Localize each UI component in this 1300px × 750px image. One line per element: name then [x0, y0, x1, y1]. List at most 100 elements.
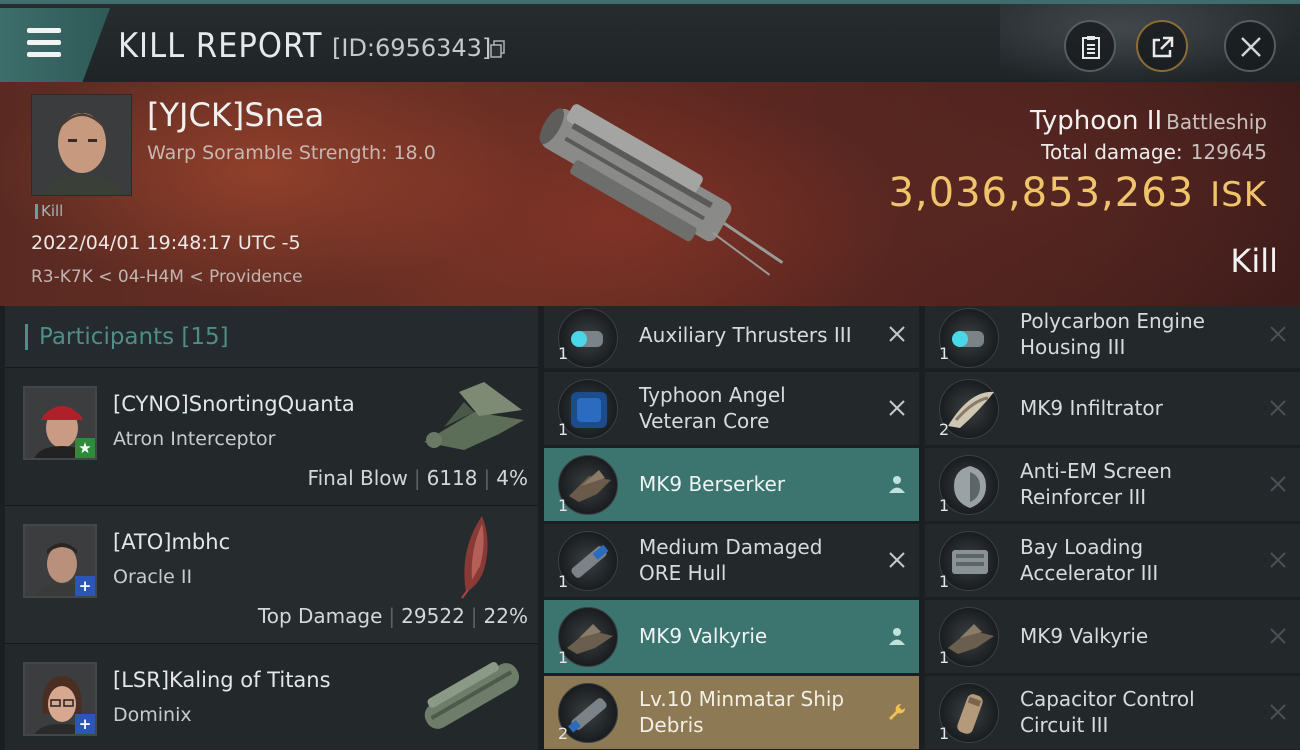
item-quantity: 1: [558, 572, 569, 591]
kill-id: [ID:6956343]: [332, 34, 492, 62]
share-icon: [1152, 36, 1174, 58]
participants-header: Participants [15]: [5, 306, 538, 368]
person-icon[interactable]: [887, 474, 907, 494]
item-quantity: 1: [939, 648, 950, 667]
kill-datetime: 2022/04/01 19:48:17 UTC -5: [31, 232, 301, 254]
close-icon[interactable]: [1268, 702, 1288, 722]
kill-result: Kill: [1230, 242, 1278, 280]
close-icon[interactable]: [1268, 550, 1288, 570]
close-icon[interactable]: [1268, 626, 1288, 646]
close-icon[interactable]: [1268, 398, 1288, 418]
share-button[interactable]: [1136, 20, 1188, 72]
close-icon[interactable]: [1268, 324, 1288, 344]
participant-damage: 29522: [401, 604, 465, 628]
close-icon[interactable]: [887, 398, 907, 418]
item-name-line2: Accelerator III: [1020, 561, 1159, 585]
close-icon[interactable]: [1268, 474, 1288, 494]
isk-amount: 3,036,853,263: [888, 170, 1195, 216]
item-name-line2: Housing III: [1020, 335, 1126, 359]
participants-title-text: Participants: [39, 324, 175, 350]
item-row[interactable]: 1 MK9 Valkyrie: [544, 600, 919, 673]
ship-name-text: Typhoon II: [1030, 106, 1163, 136]
item-name-line1: Lv.10 Minmatar Ship: [639, 687, 845, 711]
participants-panel: Participants [15] ★ [CYNO]SnortingQuanta…: [5, 306, 538, 750]
person-icon[interactable]: [887, 626, 907, 646]
item-quantity: 1: [939, 344, 950, 363]
menu-icon: [27, 28, 61, 58]
item-row[interactable]: 1 Anti-EM Screen Reinforcer III: [925, 448, 1300, 521]
item-row[interactable]: 1 Polycarbon Engine Housing III: [925, 306, 1300, 368]
copy-icon[interactable]: [490, 40, 506, 58]
item-row[interactable]: 1 MK9 Valkyrie: [925, 600, 1300, 673]
item-row[interactable]: 2 MK9 Infiltrator: [925, 372, 1300, 445]
participant-ship-image: [424, 382, 524, 450]
warp-scramble-strength: Warp Soramble Strength: 18.0: [147, 142, 436, 164]
star-icon: ★: [75, 438, 95, 458]
item-row[interactable]: 1 MK9 Berserker: [544, 448, 919, 521]
participant-damage: 6118: [426, 466, 478, 490]
ship-class: Battleship: [1166, 110, 1267, 134]
item-name-line1: Anti-EM Screen: [1020, 459, 1172, 483]
clipboard-button[interactable]: [1064, 20, 1116, 72]
item-name-line2: Veteran Core: [639, 409, 770, 433]
item-name-line1: MK9 Infiltrator: [1020, 396, 1163, 420]
participant-name: [LSR]Kaling of Titans: [113, 668, 331, 692]
participant-name: [CYNO]SnortingQuanta: [113, 392, 355, 416]
item-name-line1: Medium Damaged: [639, 535, 823, 559]
item-quantity: 1: [558, 420, 569, 439]
title-bar: KILL REPORT [ID:6956343]: [0, 0, 1300, 86]
item-name-line1: Polycarbon Engine: [1020, 309, 1205, 333]
close-icon[interactable]: [887, 324, 907, 344]
item-name: MK9 Valkyrie: [1020, 623, 1260, 649]
total-damage-value: 129645: [1190, 140, 1267, 164]
participant-row[interactable]: + [LSR]Kaling of Titans Dominix: [5, 644, 538, 750]
item-name-line2: Reinforcer III: [1020, 485, 1147, 509]
victim-ship-name[interactable]: Typhoon II Battleship: [1030, 106, 1267, 136]
participant-ship: Atron Interceptor: [113, 428, 276, 450]
close-icon: [1241, 37, 1261, 57]
close-button[interactable]: [1224, 20, 1276, 72]
menu-button[interactable]: [0, 8, 110, 82]
section-marker: [25, 324, 28, 350]
item-row[interactable]: 1 Capacitor Control Circuit III: [925, 676, 1300, 749]
plus-icon: +: [75, 714, 95, 734]
victim-ship-image: [539, 104, 784, 276]
item-name-line2: Circuit III: [1020, 713, 1109, 737]
participant-percent: 4%: [496, 466, 528, 490]
item-name-line1: Auxiliary Thrusters III: [639, 323, 852, 347]
participant-percent: 22%: [483, 604, 528, 628]
item-row[interactable]: 2 Lv.10 Minmatar Ship Debris: [544, 676, 919, 749]
participant-ship-image: [424, 661, 520, 729]
item-name: Anti-EM Screen Reinforcer III: [1020, 458, 1260, 510]
item-name-line1: Bay Loading: [1020, 535, 1144, 559]
victim-name[interactable]: [YJCK]Snea: [147, 96, 324, 134]
total-damage-label: Total damage:: [1041, 140, 1183, 164]
avatar: +: [23, 662, 97, 736]
item-row[interactable]: 1 Medium Damaged ORE Hull: [544, 524, 919, 597]
item-row[interactable]: 1 Bay Loading Accelerator III: [925, 524, 1300, 597]
item-name-line1: MK9 Valkyrie: [1020, 624, 1149, 648]
participant-stats: Final Blow | 6118 | 4%: [307, 466, 528, 490]
participant-ship: Oracle II: [113, 566, 193, 588]
close-icon[interactable]: [887, 550, 907, 570]
item-name: Medium Damaged ORE Hull: [639, 534, 879, 586]
wrench-icon[interactable]: [887, 702, 907, 722]
item-name: Bay Loading Accelerator III: [1020, 534, 1260, 586]
item-name: Typhoon Angel Veteran Core: [639, 382, 879, 434]
participant-name: [ATO]mbhc: [113, 530, 231, 554]
item-name-line2: ORE Hull: [639, 561, 727, 585]
victim-portrait[interactable]: [31, 94, 132, 196]
participant-ship: Dominix: [113, 704, 192, 726]
item-name: Polycarbon Engine Housing III: [1020, 308, 1260, 360]
kill-location[interactable]: R3-K7K < 04-H4M < Providence: [31, 267, 303, 287]
participant-row[interactable]: + [ATO]mbhc Oracle II Top Damage | 29522 | 2…: [5, 506, 538, 644]
item-name: Auxiliary Thrusters III: [639, 322, 879, 348]
item-row[interactable]: 1 Auxiliary Thrusters III: [544, 306, 919, 368]
item-row[interactable]: 1 Typhoon Angel Veteran Core: [544, 372, 919, 445]
item-name: MK9 Infiltrator: [1020, 395, 1260, 421]
item-name: MK9 Valkyrie: [639, 623, 879, 649]
isk-value: 3,036,853,263 ISK: [888, 170, 1267, 216]
item-quantity: 1: [558, 648, 569, 667]
isk-unit: ISK: [1210, 175, 1267, 215]
participant-row[interactable]: ★ [CYNO]SnortingQuanta Atron Interceptor…: [5, 368, 538, 506]
